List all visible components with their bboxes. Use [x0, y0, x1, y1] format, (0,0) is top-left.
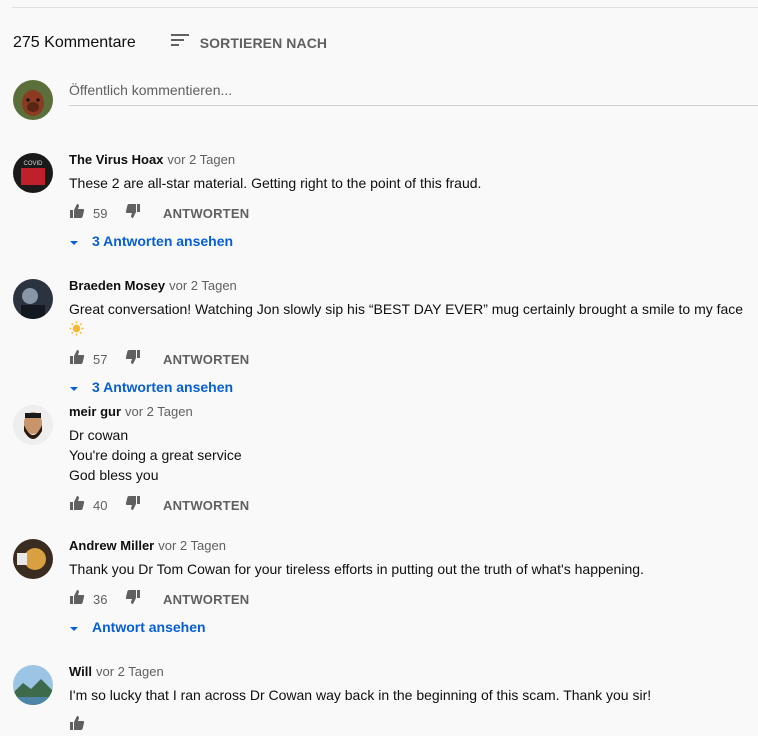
- avatar[interactable]: [13, 80, 53, 120]
- comment-text: I'm so lucky that I ran across Dr Cowan …: [69, 687, 652, 703]
- view-replies-button[interactable]: Antwort ansehen: [69, 619, 758, 635]
- reply-button[interactable]: ANTWORTEN: [163, 206, 249, 221]
- avatar[interactable]: [13, 539, 53, 579]
- comment-thread: COVID The Virus Hoax vor 2 Tagen These 2 …: [13, 152, 758, 249]
- sort-label: SORTIEREN NACH: [199, 34, 328, 51]
- comment-author[interactable]: Will: [69, 664, 92, 679]
- thumbs-down-icon[interactable]: [125, 203, 141, 224]
- like-count: 57: [93, 351, 108, 367]
- comment-thread: meir gur vor 2 Tagen Dr cowan You're doin…: [13, 404, 758, 516]
- reply-button[interactable]: ANTWORTEN: [163, 498, 249, 513]
- comment-author[interactable]: Braeden Mosey: [69, 278, 165, 293]
- avatar[interactable]: [13, 405, 53, 445]
- view-replies-label: 3 Antworten ansehen: [92, 233, 234, 249]
- chevron-down-icon: [69, 619, 79, 635]
- avatar[interactable]: COVID: [13, 153, 53, 193]
- comment-text: Thank you Dr Tom Cowan for your tireless…: [69, 561, 644, 577]
- like-count: 40: [93, 497, 108, 513]
- avatar[interactable]: [13, 665, 53, 705]
- view-replies-label: 3 Antworten ansehen: [92, 379, 234, 395]
- comment-time[interactable]: vor 2 Tagen: [167, 152, 235, 167]
- avatar[interactable]: [13, 279, 53, 319]
- comment-time[interactable]: vor 2 Tagen: [169, 278, 237, 293]
- comment-time[interactable]: vor 2 Tagen: [96, 664, 164, 679]
- comment-input-wrapper: [69, 80, 758, 106]
- reply-button[interactable]: ANTWORTEN: [163, 352, 249, 367]
- comment-thread: Will vor 2 Tagen I'm so lucky that I ran …: [13, 664, 758, 736]
- view-replies-label: Antwort ansehen: [92, 619, 206, 635]
- thumbs-down-icon[interactable]: [125, 589, 141, 610]
- like-count: 59: [93, 205, 108, 221]
- thumbs-up-icon[interactable]: [69, 589, 85, 610]
- thumbs-down-icon[interactable]: [125, 495, 141, 516]
- sort-icon: [170, 32, 190, 53]
- thumbs-down-icon[interactable]: [125, 349, 141, 370]
- view-replies-button[interactable]: 3 Antworten ansehen: [69, 379, 758, 395]
- thumbs-up-icon[interactable]: [69, 349, 85, 370]
- thumbs-up-icon[interactable]: [69, 203, 85, 224]
- sun-emoji-icon: [69, 321, 84, 337]
- svg-text:COVID: COVID: [23, 161, 43, 167]
- comment-input[interactable]: [69, 80, 758, 98]
- comments-header: 275 Kommentare SORTIEREN NACH: [13, 32, 327, 53]
- comment-thread: Braeden Mosey vor 2 Tagen Great conversat…: [13, 278, 758, 395]
- reply-button[interactable]: ANTWORTEN: [163, 592, 249, 607]
- comment-text: These 2 are all-star material. Getting r…: [69, 175, 482, 191]
- comment-count: 275 Kommentare: [13, 33, 136, 51]
- comment-author[interactable]: meir gur: [69, 404, 121, 419]
- chevron-down-icon: [69, 233, 79, 249]
- comment-time[interactable]: vor 2 Tagen: [158, 538, 226, 553]
- comment-author[interactable]: Andrew Miller: [69, 538, 154, 553]
- comment-text: Dr cowan You're doing a great service Go…: [69, 427, 242, 483]
- view-replies-button[interactable]: 3 Antworten ansehen: [69, 233, 758, 249]
- comment-text-content: Great conversation! Watching Jon slowly …: [69, 301, 744, 317]
- comment-text: Great conversation! Watching Jon slowly …: [69, 299, 758, 339]
- chevron-down-icon: [69, 379, 79, 395]
- thumbs-up-icon[interactable]: [69, 495, 85, 516]
- thumbs-up-icon[interactable]: [69, 715, 85, 736]
- like-count: 36: [93, 591, 108, 607]
- sort-button[interactable]: SORTIEREN NACH: [170, 32, 327, 53]
- divider: [12, 7, 758, 8]
- new-comment-box: [13, 80, 758, 120]
- comment-thread: Andrew Miller vor 2 Tagen Thank you Dr To…: [13, 538, 758, 635]
- comment-author[interactable]: The Virus Hoax: [69, 152, 163, 167]
- comment-time[interactable]: vor 2 Tagen: [125, 404, 193, 419]
